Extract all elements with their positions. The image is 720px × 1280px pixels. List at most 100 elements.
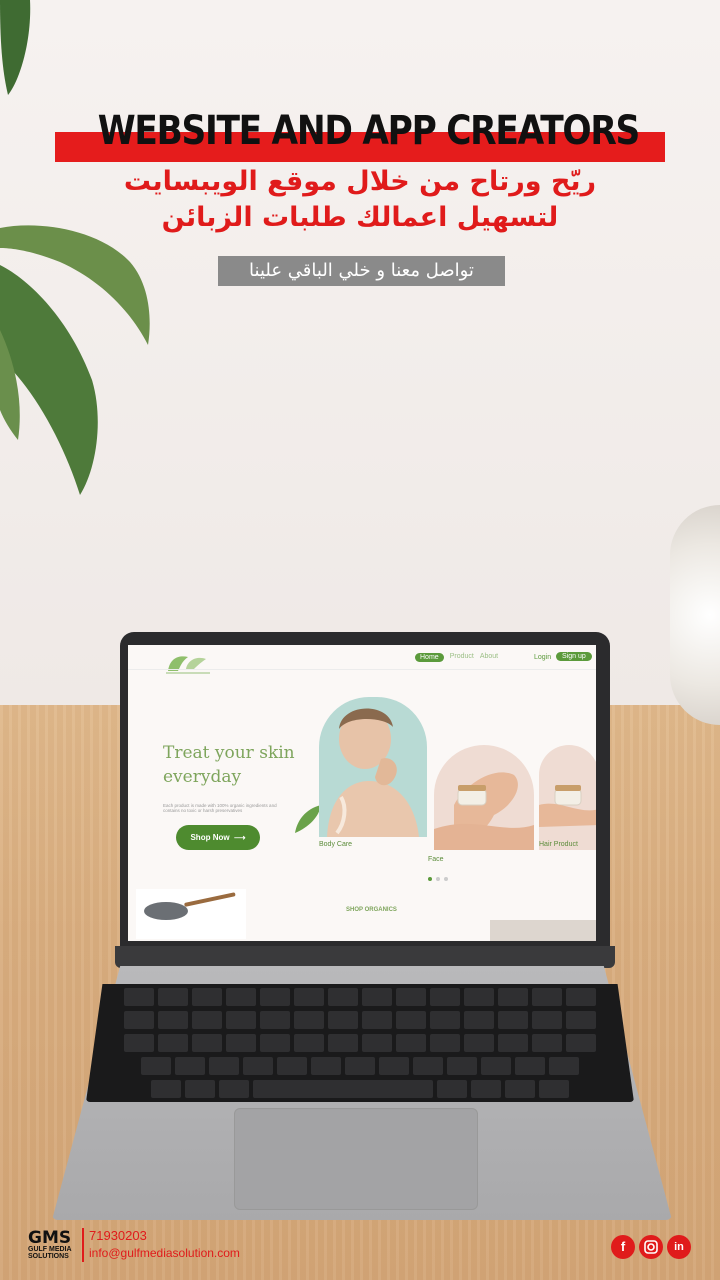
- key: [192, 988, 222, 1006]
- headline-block: WEBSITE AND APP CREATORS: [55, 108, 665, 164]
- shop-now-button[interactable]: Shop Now ⟶: [176, 825, 260, 850]
- key: [175, 1057, 205, 1075]
- footer-divider: [82, 1228, 84, 1262]
- key: [566, 988, 596, 1006]
- instagram-glyph-icon: [644, 1240, 658, 1254]
- key: [328, 1011, 358, 1029]
- key: [277, 1057, 307, 1075]
- key: [532, 1034, 562, 1052]
- site-nav: Home Product About: [415, 653, 498, 662]
- instagram-icon[interactable]: [639, 1235, 663, 1259]
- body-care-card[interactable]: [319, 697, 427, 837]
- key: [294, 1011, 324, 1029]
- key: [328, 988, 358, 1006]
- key: [311, 1057, 341, 1075]
- site-nav-home[interactable]: Home: [415, 653, 444, 662]
- keyboard-row: [86, 1080, 634, 1098]
- key: [566, 1011, 596, 1029]
- arabic-tagline-1: ريّح ورتاح من خلال موقع الويبسايت: [123, 166, 597, 197]
- key: [505, 1080, 535, 1098]
- category-body-care[interactable]: Body Care: [319, 841, 352, 848]
- key: [253, 1080, 433, 1098]
- laptop-hinge: [115, 946, 615, 968]
- site-login-link[interactable]: Login: [534, 654, 551, 661]
- carousel-dot-active[interactable]: [428, 877, 432, 881]
- category-face[interactable]: Face: [428, 856, 444, 863]
- arrow-right-icon: ⟶: [231, 833, 246, 842]
- key: [226, 988, 256, 1006]
- key: [379, 1057, 409, 1075]
- key: [413, 1057, 443, 1075]
- key: [209, 1057, 239, 1075]
- key: [396, 1034, 426, 1052]
- keyboard-row: [86, 1011, 634, 1029]
- key: [192, 1034, 222, 1052]
- linkedin-icon[interactable]: in: [667, 1235, 691, 1259]
- keyboard-row: [86, 1034, 634, 1052]
- laptop-screen: Home Product About Login Sign up Treat y…: [128, 645, 596, 941]
- arabic-tagline-2: لتسهيل اعمالك طلبات الزبائن: [161, 202, 559, 233]
- key: [158, 1011, 188, 1029]
- contact-us-label: تواصل معنا و خلي الباقي علينا: [218, 256, 505, 286]
- carousel-dot[interactable]: [436, 877, 440, 881]
- key: [362, 1034, 392, 1052]
- facebook-icon[interactable]: f: [611, 1235, 635, 1259]
- shop-organics-heading: SHOP ORGANICS: [346, 907, 397, 913]
- footer-email: info@gulfmediasolution.com: [89, 1246, 240, 1260]
- key: [430, 1011, 460, 1029]
- site-nav-product[interactable]: Product: [450, 653, 474, 662]
- site-signup-button[interactable]: Sign up: [556, 652, 592, 661]
- key: [226, 1034, 256, 1052]
- headline-text: WEBSITE AND APP CREATORS: [97, 108, 641, 154]
- site-nav-about[interactable]: About: [480, 653, 498, 662]
- key: [532, 988, 562, 1006]
- key: [515, 1057, 545, 1075]
- hair-product-card[interactable]: [539, 745, 596, 850]
- laptop-keyboard: [86, 984, 634, 1102]
- key: [362, 988, 392, 1006]
- organic-logo-icon: [166, 656, 210, 674]
- key: [185, 1080, 215, 1098]
- key: [549, 1057, 579, 1075]
- laptop-trackpad: [234, 1108, 478, 1210]
- carousel-dot[interactable]: [444, 877, 448, 881]
- key: [498, 1034, 528, 1052]
- keyboard-row: [86, 988, 634, 1006]
- key: [260, 988, 290, 1006]
- key: [158, 1034, 188, 1052]
- plant-leaves-decoration: [0, 0, 150, 495]
- key: [124, 988, 154, 1006]
- key: [243, 1057, 273, 1075]
- key: [430, 988, 460, 1006]
- key: [447, 1057, 477, 1075]
- face-cream-image: [434, 772, 534, 850]
- chia-spoon-image: [136, 889, 246, 939]
- key: [498, 988, 528, 1006]
- key: [226, 1011, 256, 1029]
- gms-logo-text: GMS: [28, 1228, 72, 1248]
- key: [471, 1080, 501, 1098]
- key: [437, 1080, 467, 1098]
- key: [260, 1011, 290, 1029]
- key: [430, 1034, 460, 1052]
- footer-phone: 71930203: [89, 1228, 147, 1243]
- product-thumb-image: [490, 920, 596, 941]
- key: [151, 1080, 181, 1098]
- key: [566, 1034, 596, 1052]
- carousel-dots: [428, 877, 448, 881]
- key: [464, 988, 494, 1006]
- key: [481, 1057, 511, 1075]
- key: [345, 1057, 375, 1075]
- face-card[interactable]: [434, 745, 534, 850]
- hero-title: Treat your skin everyday: [163, 743, 295, 787]
- key: [260, 1034, 290, 1052]
- category-hair-product[interactable]: Hair Product: [539, 841, 578, 848]
- shop-now-label: Shop Now: [190, 833, 230, 842]
- key: [294, 1034, 324, 1052]
- globe-decoration: [670, 505, 720, 725]
- key: [396, 988, 426, 1006]
- key: [498, 1011, 528, 1029]
- gms-logo-subtitle: GULF MEDIA SOLUTIONS: [28, 1246, 72, 1260]
- key: [532, 1011, 562, 1029]
- key: [362, 1011, 392, 1029]
